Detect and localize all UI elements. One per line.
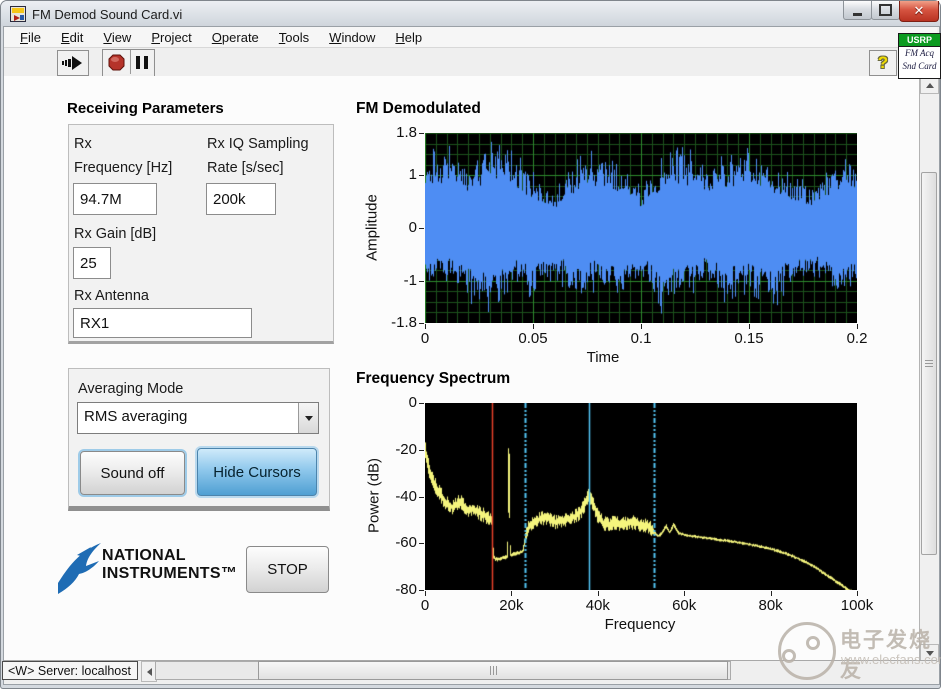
y-tick-label: -20: [395, 440, 417, 458]
menu-view[interactable]: View: [93, 28, 141, 47]
close-button[interactable]: ✕: [899, 1, 939, 22]
menu-project[interactable]: Project: [141, 28, 201, 47]
minimize-icon: [853, 12, 862, 16]
vi-icon-usrp: USRP FM Acq Snd Card: [898, 33, 941, 79]
y-tick-label: -40: [395, 487, 417, 505]
x-tick-label: 0: [420, 330, 430, 347]
rx-gain-label: Rx Gain [dB]: [74, 226, 157, 242]
frequency-spectrum-graph[interactable]: [425, 403, 857, 595]
rx-gain-input[interactable]: [73, 247, 111, 279]
y-tick-label: 1: [408, 166, 417, 184]
ni-logo-text: NATIONAL INSTRUMENTS™: [102, 547, 238, 582]
arrow-down-icon: [925, 650, 934, 656]
minimize-button[interactable]: [843, 1, 872, 20]
x-tick-label: 0.2: [846, 330, 868, 347]
server-status: <W> Server: localhost: [2, 661, 138, 680]
maximize-button[interactable]: [871, 1, 900, 20]
abort-button[interactable]: [103, 50, 129, 74]
rx-antenna-label: Rx Antenna: [74, 288, 149, 304]
window-title: FM Demod Sound Card.vi: [32, 7, 183, 22]
ni-eagle-icon: [58, 543, 101, 594]
help-button[interactable]: ?: [869, 50, 897, 76]
arrow-up-icon: [925, 82, 934, 88]
rx-sampling-input[interactable]: [206, 183, 276, 215]
rx-antenna-input[interactable]: [73, 308, 252, 338]
horizontal-scroll-thumb[interactable]: [258, 661, 728, 680]
y-tick-label: -60: [395, 534, 417, 552]
averaging-mode-dropdown[interactable]: RMS averaging: [77, 402, 319, 434]
x-tick-label: 100k: [840, 597, 874, 614]
fm-demodulated-graph[interactable]: [425, 133, 857, 328]
menu-file[interactable]: File: [10, 28, 51, 47]
receiving-parameters-title: Receiving Parameters: [67, 100, 224, 117]
menu-operate[interactable]: Operate: [202, 28, 269, 47]
frequency-spectrum-title: Frequency Spectrum: [356, 370, 511, 387]
vi-file-icon: [10, 6, 26, 22]
arrow-left-icon: [146, 667, 152, 676]
help-icon: ?: [877, 53, 889, 72]
title-bar[interactable]: FM Demod Sound Card.vi: [1, 1, 940, 26]
pause-icon: [136, 55, 140, 69]
run-icon: [62, 56, 82, 70]
time-axis-label: Time: [586, 349, 620, 366]
y-tick-label: -1: [403, 271, 417, 289]
x-tick-label: 40k: [585, 597, 610, 614]
app-window: FM Demod Sound Card.vi ✕ File Edit View …: [0, 0, 941, 689]
menu-window[interactable]: Window: [319, 28, 385, 47]
x-tick-label: 60k: [672, 597, 697, 614]
pause-button[interactable]: [130, 50, 153, 74]
dropdown-button[interactable]: [298, 403, 318, 433]
y-tick-label: 0: [408, 394, 417, 411]
frequency-axis-label: Frequency: [604, 616, 676, 633]
y-tick-label: -1.8: [391, 314, 417, 331]
fm-demodulated-title: FM Demodulated: [356, 100, 481, 117]
maximize-icon: [879, 4, 892, 16]
menu-edit[interactable]: Edit: [51, 28, 93, 47]
x-tick-label: 20k: [499, 597, 524, 614]
y-tick-label: 0: [408, 219, 417, 236]
menu-help[interactable]: Help: [385, 28, 432, 47]
x-tick-label: 0: [420, 597, 430, 614]
vi-icon-header: USRP: [899, 34, 940, 47]
rx-sampling-label: Rx IQ Sampling Rate [s/sec]: [207, 136, 309, 176]
sound-off-button[interactable]: Sound off: [80, 451, 185, 495]
menu-bar: File Edit View Project Operate Tools Win…: [4, 27, 937, 48]
chevron-down-icon: [304, 415, 313, 421]
abort-icon: [108, 54, 124, 70]
x-tick-label: 0.05: [518, 330, 548, 347]
averaging-mode-label: Averaging Mode: [78, 381, 184, 397]
hide-cursors-button[interactable]: Hide Cursors: [197, 448, 317, 496]
run-button[interactable]: [57, 50, 89, 76]
y-tick-label: 1.8: [396, 124, 417, 141]
stop-button[interactable]: STOP: [246, 546, 329, 593]
averaging-mode-value: RMS averaging: [84, 408, 188, 425]
rx-frequency-label: Rx Frequency [Hz]: [74, 136, 173, 176]
x-tick-label: 0.15: [734, 330, 764, 347]
y-tick-label: -80: [395, 581, 417, 598]
x-tick-label: 80k: [758, 597, 783, 614]
menu-tools[interactable]: Tools: [269, 28, 319, 47]
x-tick-label: 0.1: [630, 330, 652, 347]
close-icon: ✕: [913, 3, 925, 18]
rx-frequency-input[interactable]: [73, 183, 157, 215]
vertical-scroll-thumb[interactable]: [921, 172, 937, 555]
